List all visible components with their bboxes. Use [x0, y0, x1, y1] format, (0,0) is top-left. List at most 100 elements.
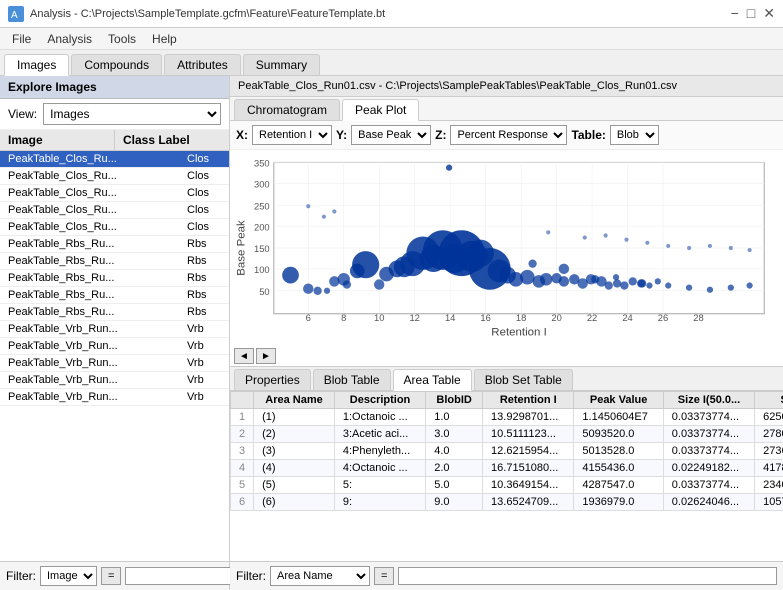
right-filter-label: Filter:	[236, 569, 266, 583]
tab-compounds[interactable]: Compounds	[71, 54, 162, 75]
filter-equals-button[interactable]: =	[101, 567, 121, 585]
right-panel-header: PeakTable_Clos_Run01.csv - C:\Projects\S…	[230, 76, 783, 97]
chart-tab-chromatogram[interactable]: Chromatogram	[234, 99, 340, 120]
tab-attributes[interactable]: Attributes	[164, 54, 241, 75]
minimize-button[interactable]: −	[731, 5, 739, 22]
z-axis-select[interactable]: Percent Response	[450, 125, 567, 145]
list-item[interactable]: PeakTable_Rbs_Ru... Rbs	[0, 270, 229, 287]
right-filter-bar: Filter: Area Name =	[230, 561, 783, 590]
image-list: PeakTable_Clos_Ru... Clos PeakTable_Clos…	[0, 151, 229, 561]
list-item[interactable]: PeakTable_Vrb_Run... Vrb	[0, 321, 229, 338]
menu-tools[interactable]: Tools	[100, 30, 144, 48]
filter-field-select[interactable]: Image	[40, 566, 97, 586]
table-row[interactable]: 2 (2) 3:Acetic aci... 3.0 10.5111123... …	[231, 426, 783, 443]
title-text: Analysis - C:\Projects\SampleTemplate.gc…	[30, 8, 731, 20]
svg-text:150: 150	[254, 243, 270, 254]
col-retentioni: Retention I	[483, 392, 574, 409]
list-item[interactable]: PeakTable_Vrb_Run... Vrb	[0, 372, 229, 389]
bottom-tab-blobsettable[interactable]: Blob Set Table	[474, 369, 573, 390]
scroll-left-button[interactable]: ◄	[234, 348, 254, 364]
y-axis-select[interactable]: Base Peak	[351, 125, 431, 145]
chart-tab-peakplot[interactable]: Peak Plot	[342, 99, 419, 121]
data-table-container[interactable]: Area Name Description BlobID Retention I…	[230, 391, 783, 561]
col-blobid: BlobID	[426, 392, 483, 409]
view-label: View:	[8, 107, 37, 121]
bottom-tab-properties[interactable]: Properties	[234, 369, 311, 390]
list-item[interactable]: PeakTable_Clos_Ru... Clos	[0, 219, 229, 236]
main-layout: Explore Images View: Images Image Class …	[0, 76, 783, 590]
scroll-buttons: ◄ ►	[230, 346, 783, 366]
y-axis-title: Base Peak	[236, 220, 248, 276]
svg-text:Retention I: Retention I	[491, 327, 546, 339]
list-cell-class: Clos	[179, 151, 229, 167]
x-axis-select[interactable]: Retention I	[252, 125, 332, 145]
bottom-tab-areatable[interactable]: Area Table	[393, 369, 472, 391]
list-item[interactable]: PeakTable_Clos_Ru... Clos	[0, 185, 229, 202]
area-table: Area Name Description BlobID Retention I…	[230, 391, 783, 511]
left-panel: Explore Images View: Images Image Class …	[0, 76, 230, 590]
list-item[interactable]: PeakTable_Rbs_Ru... Rbs	[0, 236, 229, 253]
left-filter-bar: Filter: Image =	[0, 561, 229, 590]
list-item[interactable]: PeakTable_Clos_Ru... Clos	[0, 168, 229, 185]
col-sizei: Size I(50.0...	[663, 392, 754, 409]
table-select[interactable]: Blob	[610, 125, 659, 145]
z-axis-label: Z:	[435, 128, 446, 142]
window-controls: − □ ✕	[731, 5, 775, 22]
svg-text:300: 300	[254, 178, 270, 189]
bottom-tab-bar: Properties Blob Table Area Table Blob Se…	[230, 366, 783, 391]
svg-text:350: 350	[254, 158, 270, 169]
list-item[interactable]: PeakTable_Rbs_Ru... Rbs	[0, 287, 229, 304]
list-item[interactable]: PeakTable_Vrb_Run... Vrb	[0, 355, 229, 372]
left-panel-title: Explore Images	[0, 76, 229, 99]
list-cell-name: PeakTable_Clos_Ru...	[0, 151, 179, 167]
table-row[interactable]: 1 (1) 1:Octanoic ... 1.0 13.9298701... 1…	[231, 409, 783, 426]
list-item[interactable]: PeakTable_Vrb_Run... Vrb	[0, 338, 229, 355]
right-panel: PeakTable_Clos_Run01.csv - C:\Projects\S…	[230, 76, 783, 590]
col-areaname: Area Name	[254, 392, 335, 409]
title-bar: A Analysis - C:\Projects\SampleTemplate.…	[0, 0, 783, 28]
filter-label: Filter:	[6, 569, 36, 583]
col-peakvalue: Peak Value	[574, 392, 663, 409]
list-item[interactable]: PeakTable_Rbs_Ru... Rbs	[0, 304, 229, 321]
table-row[interactable]: 4 (4) 4:Octanoic ... 2.0 16.7151080... 4…	[231, 460, 783, 477]
list-cell-name: PeakTable_Clos_Ru...	[0, 168, 179, 184]
scroll-right-button[interactable]: ►	[256, 348, 276, 364]
tab-summary[interactable]: Summary	[243, 54, 320, 75]
right-filter-input[interactable]	[398, 567, 777, 585]
peak-plot-chart: Base Peak 350 300 250 200 150 100 50	[230, 154, 783, 342]
view-row: View: Images	[0, 99, 229, 130]
right-filter-select[interactable]: Area Name	[270, 566, 370, 586]
list-item[interactable]: PeakTable_Rbs_Ru... Rbs	[0, 253, 229, 270]
retentioni-cell: 13.9298701...	[483, 409, 574, 426]
svg-text:200: 200	[254, 221, 270, 232]
list-item[interactable]: PeakTable_Vrb_Run... Vrb	[0, 389, 229, 406]
tab-images[interactable]: Images	[4, 54, 69, 76]
svg-text:100: 100	[254, 264, 270, 275]
right-filter-equals-button[interactable]: =	[374, 567, 394, 585]
svg-text:28: 28	[693, 312, 703, 323]
close-button[interactable]: ✕	[763, 5, 775, 22]
title-icon: A	[8, 6, 24, 22]
list-header: Image Class Label	[0, 130, 229, 151]
menu-file[interactable]: File	[4, 30, 39, 48]
bottom-tab-blobtable[interactable]: Blob Table	[313, 369, 391, 390]
y-axis-label: Y:	[336, 128, 347, 142]
menu-analysis[interactable]: Analysis	[39, 30, 100, 48]
col-snr: SNR	[755, 392, 783, 409]
chart-tab-bar: Chromatogram Peak Plot	[230, 97, 783, 121]
area-name-cell: (1)	[254, 409, 335, 426]
table-row[interactable]: 5 (5) 5: 5.0 10.3649154... 4287547.0 0.0…	[231, 477, 783, 494]
table-row[interactable]: 3 (3) 4:Phenyleth... 4.0 12.6215954... 5…	[231, 443, 783, 460]
row-num: 1	[231, 409, 254, 426]
maximize-button[interactable]: □	[747, 5, 755, 22]
list-item[interactable]: PeakTable_Clos_Ru... Clos	[0, 151, 229, 168]
view-select[interactable]: Images	[43, 103, 221, 125]
list-item[interactable]: PeakTable_Clos_Ru... Clos	[0, 202, 229, 219]
table-row[interactable]: 6 (6) 9: 9.0 13.6524709... 1936979.0 0.0…	[231, 494, 783, 511]
list-cell-class: Clos	[179, 168, 229, 184]
peakvalue-cell: 1.1450604E7	[574, 409, 663, 426]
chart-area: Base Peak 350 300 250 200 150 100 50	[230, 150, 783, 346]
description-cell: 1:Octanoic ...	[334, 409, 425, 426]
menu-help[interactable]: Help	[144, 30, 185, 48]
menu-bar: File Analysis Tools Help	[0, 28, 783, 50]
